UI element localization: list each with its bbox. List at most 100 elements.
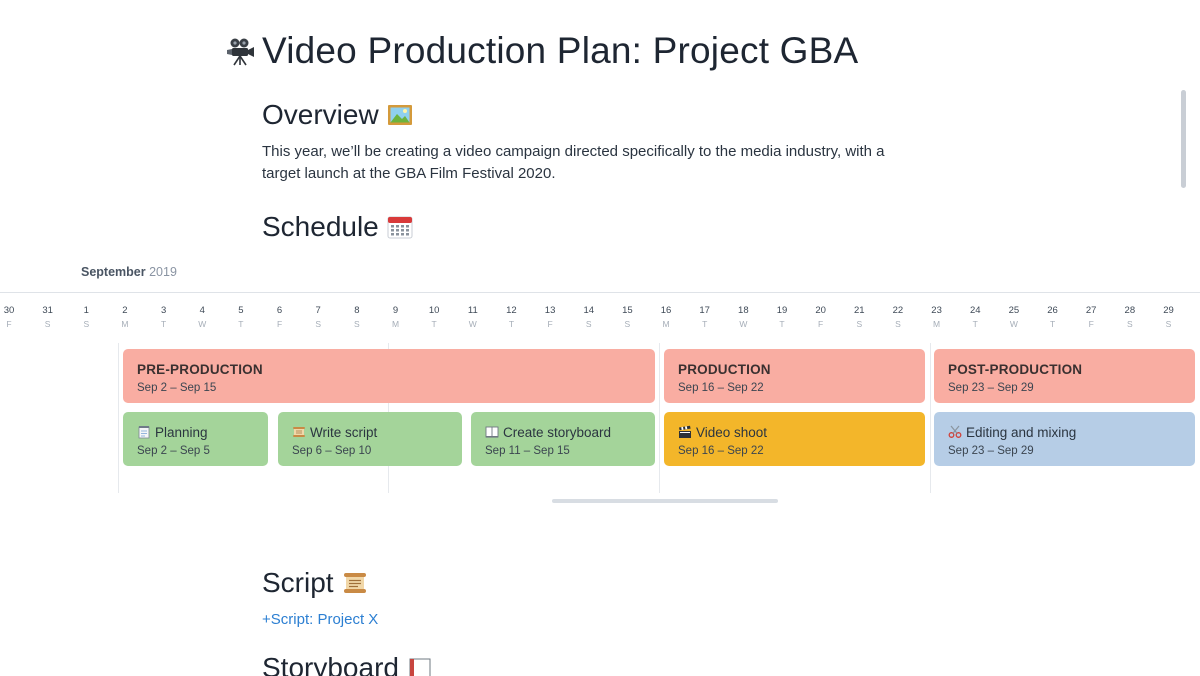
timeline-day-column: 2M [110,305,140,329]
day-number: 7 [315,305,321,316]
day-number: 16 [660,305,672,316]
task-title: Planning [155,424,208,440]
day-number: 25 [1008,305,1020,316]
overview-heading: Overview [262,99,413,131]
timeline-day-column: 10 T [419,305,449,329]
day-weekday: S [315,319,322,329]
day-weekday: T [972,319,978,329]
task-title-row: Planning [137,424,254,440]
timeline-day-column: 13 F [535,305,565,329]
day-weekday: S [624,319,631,329]
day-number: 31 [42,305,53,316]
task-dates: Sep 6 – Sep 10 [292,445,372,457]
page-vertical-scrollbar[interactable] [1181,90,1186,188]
timeline-day-column: 23 M [922,305,952,329]
timeline-horizontal-scrollbar[interactable] [552,499,778,503]
page-title: Video Production Plan: Project GBA [262,30,859,71]
timeline-day-column: 15 S [612,305,642,329]
day-number: 14 [583,305,595,316]
timeline-day-column: 8S [342,305,372,329]
day-weekday: T [1049,319,1056,329]
day-weekday: W [468,319,477,329]
timeline-day-column: 7S [303,305,333,329]
day-weekday: M [662,319,670,329]
day-number: 22 [892,305,904,316]
timeline-day-column: 24 T [960,305,990,329]
task-title-row: Video shoot [678,424,911,440]
storyboard-heading-text: Storyboard [262,652,399,676]
day-weekday: S [1127,319,1133,329]
day-number: 15 [622,305,633,316]
timeline-year: 2019 [149,265,177,279]
timeline-day-column: 18 W [728,305,758,329]
week-separator [659,343,660,493]
day-number: 29 [1163,305,1174,316]
task-bar-planning[interactable]: Planning Sep 2 – Sep 5 [123,412,268,466]
script-link-text: Script: Project X [270,611,379,628]
day-number: 2 [122,305,128,316]
day-number: 26 [1047,305,1058,316]
day-number: 8 [354,305,360,316]
timeline-day-column: 20 F [806,305,836,329]
script-heading: Script [262,567,368,599]
day-weekday: F [1088,319,1094,329]
timeline-day-column: 12 T [496,305,526,329]
day-number: 18 [738,305,749,316]
task-bar-write-script[interactable]: Write script Sep 6 – Sep 10 [278,412,462,466]
task-title: Create storyboard [503,424,612,440]
calendar-icon [387,216,413,239]
day-number: 13 [544,305,556,316]
timeline-divider [0,292,1200,293]
day-weekday: M [391,319,400,329]
timeline-month-label: September 2019 [81,265,177,279]
phase-dates: Sep 16 – Sep 22 [678,382,764,394]
timeline-day-column: 11 W [458,305,488,329]
task-bar-create-storyboard[interactable]: Create storyboard Sep 11 – Sep 15 [471,412,655,466]
timeline-day-column: 19 T [767,305,797,329]
day-number: 9 [392,305,399,316]
task-bar-editing-and-mixing[interactable]: Editing and mixing Sep 23 – Sep 29 [934,412,1195,466]
timeline-day-column: 22 S [883,305,913,329]
task-title-row: Create storyboard [485,424,641,440]
day-weekday: F [276,319,283,329]
script-project-link[interactable]: +Script: Project X [262,611,378,628]
phase-bar-post-production[interactable]: POST-PRODUCTION Sep 23 – Sep 29 [934,349,1195,403]
timeline-day-column: 26 T [1038,305,1068,329]
day-weekday: W [1009,319,1018,329]
task-dates: Sep 2 – Sep 5 [137,445,210,457]
day-weekday: M [933,319,941,329]
day-weekday: S [83,319,90,329]
clapper-board-icon [679,425,691,438]
overview-heading-text: Overview [262,99,379,130]
task-dates: Sep 23 – Sep 29 [948,445,1034,457]
phase-title: POST-PRODUCTION [948,361,1083,377]
task-title-row: Editing and mixing [948,424,1181,440]
week-separator [930,343,931,493]
day-weekday: S [1165,319,1172,329]
timeline-day-column: 6F [265,305,295,329]
task-dates: Sep 16 – Sep 22 [678,445,764,457]
task-title-row: Write script [292,424,448,440]
day-weekday: S [44,319,51,329]
timeline-day-column: 4W [187,305,217,329]
framed-picture-icon [387,105,412,125]
phase-bar-pre-production[interactable]: PRE-PRODUCTION Sep 2 – Sep 15 [123,349,655,403]
timeline-day-column: 30 F [0,305,24,329]
timeline-day-column: 3T [149,305,179,329]
day-number: 23 [931,305,942,316]
notepad-icon [138,426,150,439]
timeline-day-column: 31 S [33,305,63,329]
scroll-icon [293,427,305,437]
day-number: 10 [428,305,440,316]
timeline-day-column: 5T [226,305,256,329]
day-weekday: T [238,319,244,329]
phase-bar-production[interactable]: PRODUCTION Sep 16 – Sep 22 [664,349,925,403]
day-number: 1 [83,305,89,316]
day-weekday: T [779,319,785,329]
task-title: Editing and mixing [966,424,1077,440]
open-book-icon [485,426,499,438]
day-number: 5 [238,305,244,316]
task-bar-video-shoot[interactable]: Video shoot Sep 16 – Sep 22 [664,412,925,466]
timeline-day-column: 1S [71,305,101,329]
day-weekday: T [160,319,167,329]
